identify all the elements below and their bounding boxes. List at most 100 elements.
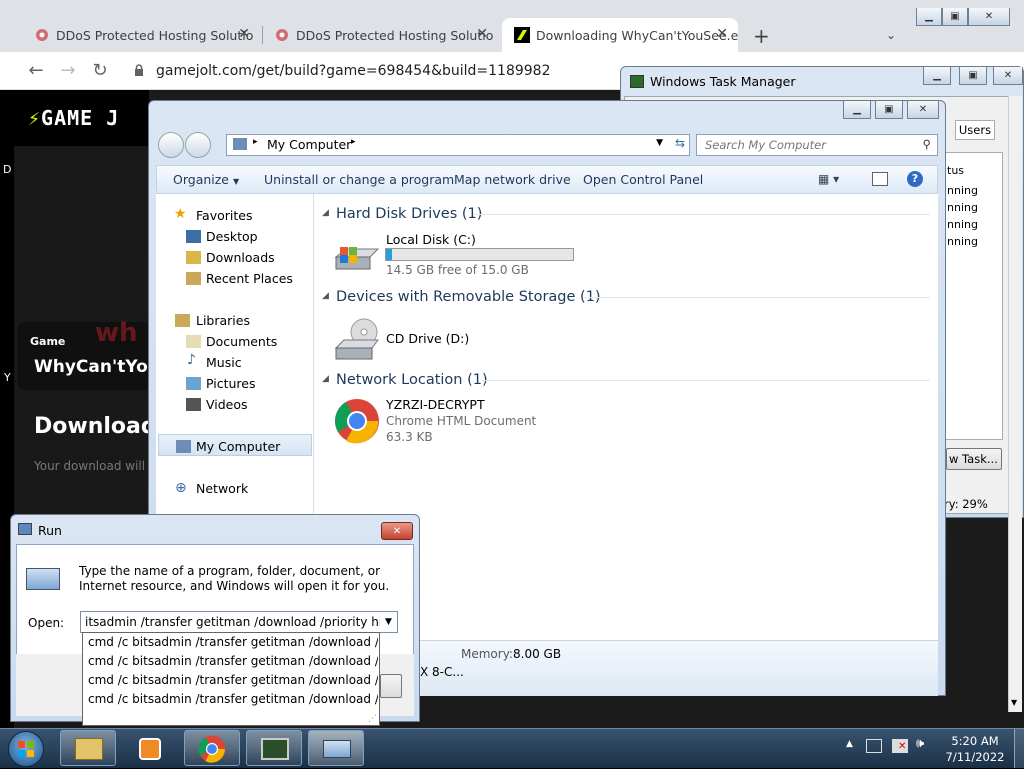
disk-usage-fill [386, 249, 393, 260]
back-icon[interactable]: ← [24, 60, 48, 82]
maximize-icon[interactable]: ▣ [959, 67, 987, 85]
nav-libraries[interactable]: Libraries [196, 313, 250, 328]
media-player-icon [139, 738, 161, 760]
uninstall-button[interactable]: Uninstall or change a program [264, 172, 454, 187]
hard-drive-icon [334, 243, 380, 273]
start-button[interactable] [8, 731, 44, 767]
close-icon[interactable]: ✕ [238, 26, 250, 42]
group-divider [482, 380, 930, 381]
minimize-icon[interactable]: ▁ [843, 101, 871, 119]
minimize-icon[interactable]: ▁ [923, 67, 951, 85]
history-item[interactable]: cmd /c bitsadmin /transfer getitman /dow… [88, 692, 378, 706]
group-network-location[interactable]: Network Location (1) [336, 372, 488, 388]
list-item[interactable]: nning [947, 184, 978, 197]
maximize-icon[interactable]: ▣ [875, 101, 903, 119]
scroll-down-icon[interactable]: ▼ [1011, 698, 1017, 707]
close-icon[interactable]: ✕ [968, 8, 1010, 26]
taskbar-task-manager[interactable] [246, 730, 302, 766]
maximize-icon[interactable]: ▣ [942, 8, 968, 26]
search-input[interactable]: Search My Computer ⚲ [696, 134, 938, 156]
volume-icon[interactable]: 🕪 [916, 736, 924, 751]
nav-documents[interactable]: Documents [206, 334, 277, 349]
control-panel-button[interactable]: Open Control Panel [583, 172, 703, 187]
chrome-caption-buttons: ▁ ▣ ✕ [916, 8, 1010, 28]
collapse-icon[interactable]: ◢ [322, 291, 329, 301]
minimize-icon[interactable]: ▁ [916, 8, 942, 26]
resize-grip-icon[interactable]: ⋰ [368, 714, 377, 724]
group-removable[interactable]: Devices with Removable Storage (1) [336, 289, 601, 305]
breadcrumb-arrow-icon[interactable]: ▸ [351, 137, 356, 147]
view-options-icon[interactable]: ▦ ▾ [818, 172, 848, 186]
nav-favorites[interactable]: Favorites [196, 208, 252, 223]
close-icon[interactable]: ✕ [381, 522, 413, 540]
taskbar-media-player[interactable] [122, 730, 178, 766]
explorer-address-bar[interactable]: ▸ My Computer ▸ ▼ ⇆ [226, 134, 690, 156]
tab-ddos-2[interactable]: DDoS Protected Hosting Solutio ✕ [262, 18, 498, 52]
ok-button[interactable] [380, 674, 402, 698]
group-hard-disks[interactable]: Hard Disk Drives (1) [336, 206, 482, 222]
disk-usage-bar [385, 248, 574, 261]
show-desktop-button[interactable] [1014, 729, 1024, 768]
tab-ddos-1[interactable]: DDoS Protected Hosting Solutio ✕ [22, 18, 260, 52]
chevron-down-icon[interactable]: ▼ [380, 612, 397, 632]
lock-icon[interactable] [134, 64, 144, 76]
nav-network[interactable]: Network [196, 481, 248, 496]
organize-button[interactable]: Organize ▼ [173, 172, 239, 187]
nav-desktop[interactable]: Desktop [206, 229, 258, 244]
collapse-icon[interactable]: ◢ [322, 208, 329, 218]
new-tab-button[interactable]: + [753, 24, 770, 48]
nav-recent-places[interactable]: Recent Places [206, 271, 293, 286]
network-tray-icon[interactable] [866, 739, 882, 753]
computer-icon [176, 440, 191, 453]
list-item[interactable]: nning [947, 201, 978, 214]
nav-videos[interactable]: Videos [206, 397, 248, 412]
list-item[interactable]: nning [947, 218, 978, 231]
taskbar-chrome[interactable] [184, 730, 240, 766]
local-disk-name[interactable]: Local Disk (C:) [386, 232, 476, 247]
tab-users[interactable]: Users [955, 120, 995, 140]
show-hidden-icons[interactable]: ▲ [846, 739, 853, 749]
network-file-name[interactable]: YZRZI-DECRYPT [386, 397, 485, 412]
refresh-icon[interactable]: ⇆ [675, 136, 685, 150]
collapse-icon[interactable]: ◢ [322, 374, 329, 384]
tab-downloading[interactable]: Downloading WhyCan'tYouSee.e ✕ [502, 18, 738, 52]
taskbar-run[interactable] [308, 730, 364, 766]
breadcrumb[interactable]: My Computer [267, 137, 351, 152]
help-icon[interactable]: ? [907, 171, 923, 187]
action-center-icon[interactable]: ✕ [892, 739, 908, 753]
cd-drive-name[interactable]: CD Drive (D:) [386, 331, 469, 346]
map-drive-button[interactable]: Map network drive [454, 172, 571, 187]
scrollbar[interactable] [1008, 96, 1022, 712]
game-title[interactable]: WhyCan'tYou [34, 357, 149, 377]
taskbar-explorer[interactable] [60, 730, 116, 766]
history-item[interactable]: cmd /c bitsadmin /transfer getitman /dow… [88, 673, 378, 687]
forward-icon[interactable]: → [56, 60, 80, 82]
history-item[interactable]: cmd /c bitsadmin /transfer getitman /dow… [88, 654, 378, 668]
tab-search-icon[interactable]: ⌄ [886, 28, 896, 42]
preview-pane-icon[interactable] [872, 172, 888, 186]
task-manager-icon [261, 738, 289, 760]
recent-places-icon [186, 272, 201, 285]
history-item[interactable]: cmd /c bitsadmin /transfer getitman /dow… [88, 635, 378, 649]
back-icon[interactable] [158, 132, 184, 158]
nav-pictures[interactable]: Pictures [206, 376, 256, 391]
gamejolt-logo[interactable]: ⚡GAME J [28, 106, 119, 130]
close-icon[interactable]: ✕ [716, 26, 728, 42]
nav-my-computer[interactable]: My Computer [196, 439, 280, 454]
flower-icon [36, 29, 48, 41]
clock[interactable]: 5:20 AM 7/11/2022 [940, 733, 1010, 765]
nav-music[interactable]: Music [206, 355, 242, 370]
close-icon[interactable]: ✕ [907, 101, 939, 119]
column-status[interactable]: tus [947, 164, 964, 177]
run-open-input[interactable]: itsadmin /transfer getitman /download /p… [80, 611, 398, 633]
search-icon[interactable]: ⚲ [923, 137, 931, 151]
list-item[interactable]: nning [947, 235, 978, 248]
forward-icon[interactable] [185, 132, 211, 158]
chevron-down-icon[interactable]: ▼ [656, 138, 663, 148]
address-bar[interactable]: gamejolt.com/get/build?game=698454&build… [156, 63, 551, 79]
nav-downloads[interactable]: Downloads [206, 250, 275, 265]
close-icon[interactable]: ✕ [476, 26, 488, 42]
reload-icon[interactable]: ↻ [88, 60, 112, 82]
close-icon[interactable]: ✕ [993, 67, 1023, 85]
new-task-button[interactable]: w Task... [946, 448, 1002, 470]
